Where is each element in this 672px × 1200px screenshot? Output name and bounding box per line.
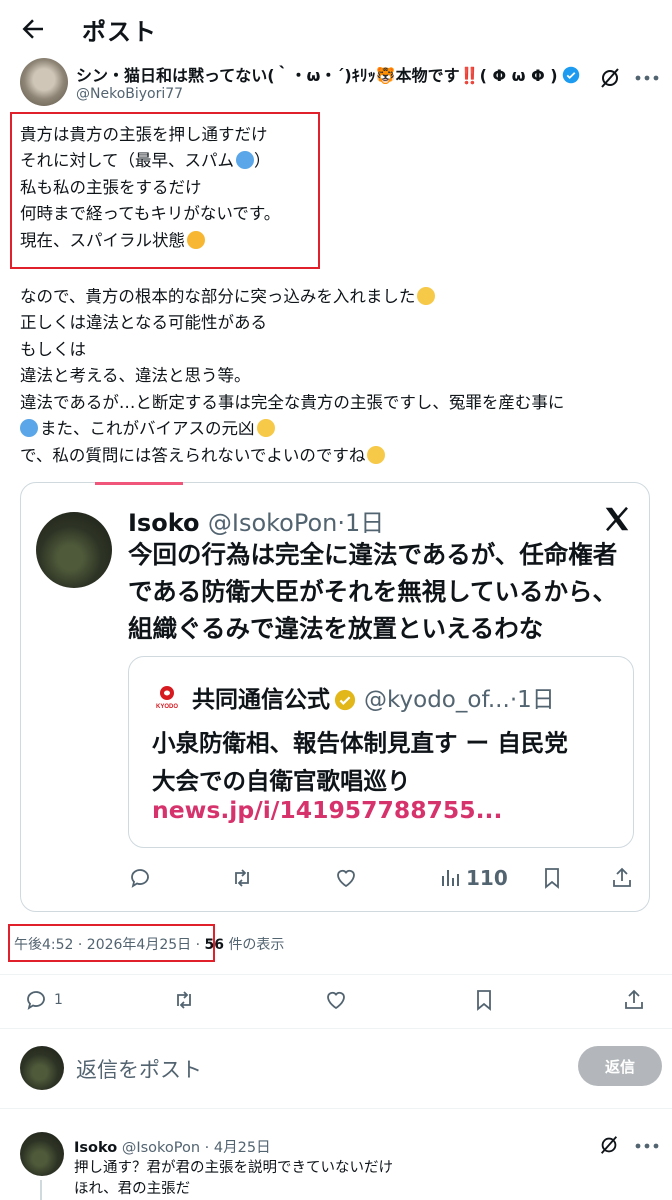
divider [0,974,672,975]
post-text-line: もしくは [20,340,86,359]
reply-count: 1 [54,992,63,1008]
comment-text-line: ほれ、君の主張だ [74,1181,191,1197]
post-text-line: 現在、スパイラル状態 [20,228,205,255]
pink-accent-bar [95,482,183,485]
post-text-line: 違法と考える、違法と思う等。 [20,366,251,385]
inner-text-line: 大会での自衛官歌唱巡り [152,767,411,795]
author-handle[interactable]: @NekoBiyori77 [76,86,183,102]
more-icon[interactable] [634,74,660,82]
avatar[interactable] [36,512,112,588]
avatar[interactable] [20,1132,64,1176]
quote-author[interactable]: Isoko @IsokoPon·1日 [128,503,384,538]
verified-gold-icon [334,689,356,711]
like-icon[interactable] [334,866,358,890]
yawning-emoji [367,446,386,464]
x-logo-icon [605,506,629,532]
yawning-emoji [256,419,275,437]
views-count: 110 [466,866,508,890]
post-text-line: 私も私の主張をするだけ [20,178,202,197]
post-text-line: 貴方は貴方の主張を押し通すだけ [20,125,268,144]
retweet-icon[interactable] [172,988,196,1012]
quote-text-line: 組織ぐるみで違法を放置といえるわな [128,614,544,643]
more-icon[interactable] [634,1142,660,1150]
post-text-line: 正しくは違法となる可能性がある [20,313,268,332]
inner-text-line: 小泉防衛相、報告体制見直す ー 自民党 [152,729,568,757]
like-icon[interactable] [324,988,348,1012]
back-arrow-icon[interactable] [18,14,48,44]
avatar[interactable] [20,1046,64,1090]
post-text-line: 違法であるが…と断定する事は完全な貴方の主張ですし、冤罪を産む事に [20,393,565,412]
article-link[interactable]: news.jp/i/141957788755... [152,796,502,824]
post-text-line: で、私の質問には答えられないでよいのですね [20,443,386,470]
post-text-line: それに対して（最早、スパム） [20,151,271,170]
tired-emoji [187,231,205,249]
anxious-emoji [20,419,38,437]
quote-text-line: 今回の行為は完全に違法であるが、任命権者 [128,540,618,569]
post-text-line: 何時まで経ってもキリがないです。 [20,204,281,223]
svg-text:KYODO: KYODO [156,704,178,710]
verified-icon [562,66,579,84]
post-text-line: なので、貴方の根本的な部分に突っ込みを入れました [20,284,436,311]
page-title: ポスト [82,18,157,46]
retweet-icon[interactable] [230,866,254,890]
comment-text-line: 押し通す？君が君の主張を説明できていないだけ [74,1160,393,1176]
divider [0,1028,672,1029]
share-icon[interactable] [622,988,646,1012]
bookmark-icon[interactable] [540,866,564,890]
author-name[interactable]: シン・猫日和は黙ってない(｀・ω・´)ｷﾘｯ🐯本物です‼️( Φ ω Φ ) [76,62,580,86]
thread-line [40,1180,42,1200]
grok-icon[interactable] [598,66,622,90]
reply-icon[interactable] [128,866,152,890]
kyodo-logo: KYODO [156,686,178,710]
anxious-emoji [236,151,255,169]
post-text-line: また、これがバイアスの元凶 [20,416,275,443]
inner-author[interactable]: 共同通信公式 @kyodo_of...·1日 [192,680,555,714]
bookmark-icon[interactable] [472,988,496,1012]
post-time[interactable]: 午後4:52 · 2026年4月25日 [14,937,191,953]
avatar[interactable] [20,58,68,106]
quote-text-line: である防衛大臣がそれを無視しているから、 [128,577,618,606]
reply-button[interactable]: 返信 [578,1046,662,1086]
grok-icon[interactable] [598,1134,620,1156]
yawning-emoji [417,287,436,305]
divider [0,1108,672,1109]
reply-icon[interactable] [24,988,48,1012]
reply-input[interactable]: 返信をポスト [76,1054,202,1084]
views-icon[interactable] [438,866,462,890]
comment-header[interactable]: Isoko @IsokoPon · 4月25日 [74,1136,271,1157]
post-meta: 午後4:52 · 2026年4月25日 · 56 件の表示 [14,937,285,953]
share-icon[interactable] [610,866,634,890]
